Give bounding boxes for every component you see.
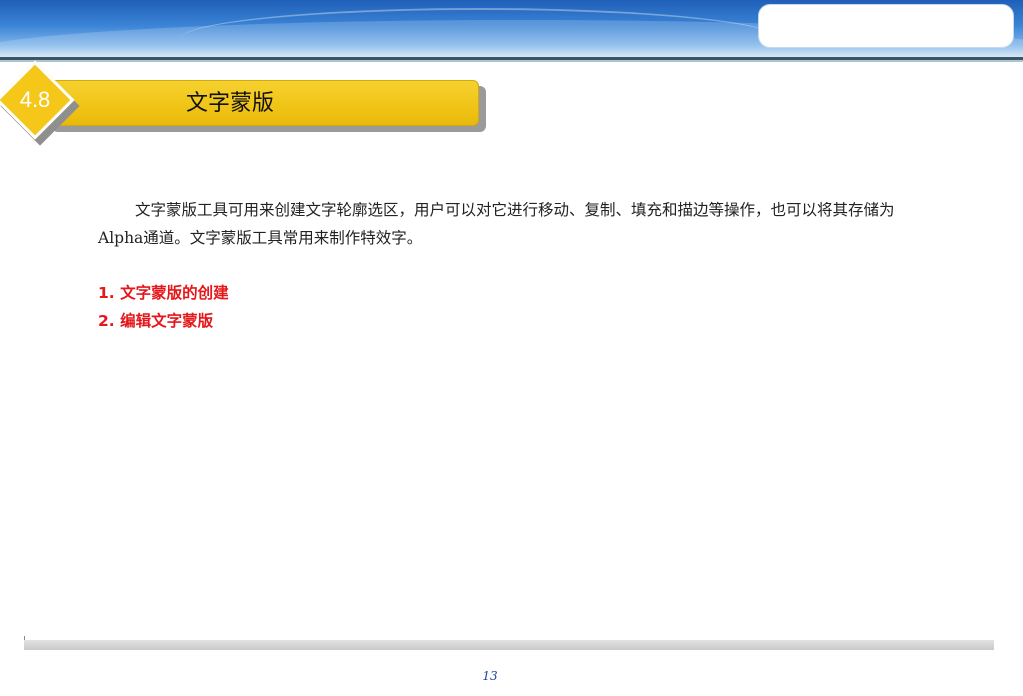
section-title: 文字蒙版	[186, 91, 275, 116]
banner-wave-line-decoration	[180, 8, 780, 57]
topic-item[interactable]: 1. 文字蒙版的创建	[98, 280, 229, 306]
page-number: 13	[482, 669, 498, 683]
banner-divider-light	[0, 60, 1023, 62]
header-title-box	[758, 4, 1014, 48]
section-number: 4.8	[19, 87, 51, 112]
topic-item[interactable]: 2. 编辑文字蒙版	[98, 308, 213, 334]
footer-bar	[24, 640, 994, 650]
intro-paragraph: 文字蒙版工具可用来创建文字轮廓选区，用户可以对它进行移动、复制、填充和描边等操作…	[98, 201, 895, 247]
